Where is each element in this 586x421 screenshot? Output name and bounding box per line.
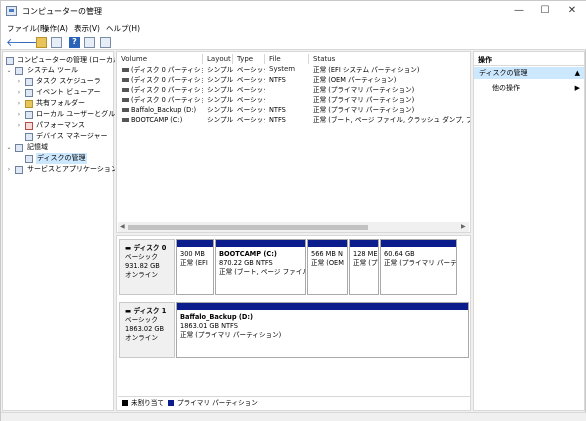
window-title: コンピューターの管理 xyxy=(22,7,102,16)
column-header-volume[interactable]: Volume xyxy=(117,54,203,64)
center-pane: Volume Layout Type File System Status (デ… xyxy=(115,51,471,411)
primary-partition-swatch xyxy=(168,400,174,406)
partition-oem[interactable]: 566 MB N 正常 (OEM xyxy=(307,239,348,295)
navigation-tree: コンピューターの管理 (ローカル) ⌄ システム ツール › タスク スケジュー… xyxy=(2,51,129,411)
column-header-type[interactable]: Type xyxy=(233,54,265,64)
back-arrow-icon[interactable]: 🡐 xyxy=(6,37,36,48)
disk-0-header[interactable]: ▬ ディスク 0 ベーシック 931.82 GB オンライン xyxy=(119,239,175,295)
disk-1-type: ベーシック xyxy=(125,316,158,324)
maximize-button[interactable]: ☐ xyxy=(532,1,558,21)
expand-chevron-icon[interactable]: ⌄ xyxy=(5,142,13,153)
menu-help[interactable]: ヘルプ(H) xyxy=(106,23,140,34)
expand-chevron-icon[interactable]: › xyxy=(15,109,23,120)
computer-management-window: コンピューターの管理 — ☐ ✕ ファイル(F) 操作(A) 表示(V) ヘルプ… xyxy=(0,0,586,421)
horizontal-scrollbar[interactable]: ◀ ▶ xyxy=(118,222,469,232)
disk-management-icon xyxy=(25,155,33,163)
disk-1-name: ディスク 1 xyxy=(133,307,167,315)
scroll-left-icon[interactable]: ◀ xyxy=(120,222,125,232)
actions-disk-management[interactable]: ディスクの管理 ▲ xyxy=(474,67,584,79)
disk-icon: ▬ xyxy=(125,307,134,315)
toolbar: 🡐 🡒 ? xyxy=(1,35,586,50)
drive-icon xyxy=(122,88,129,92)
tools-icon xyxy=(15,67,23,75)
expand-chevron-icon[interactable]: › xyxy=(5,164,13,175)
close-button[interactable]: ✕ xyxy=(559,1,585,21)
drive-icon xyxy=(122,78,129,82)
menu-action[interactable]: 操作(A) xyxy=(42,23,68,34)
disk-1-size: 1863.02 GB xyxy=(125,325,164,333)
primary-partition-bar xyxy=(308,240,347,247)
forward-arrow-icon[interactable]: 🡒 xyxy=(18,37,48,48)
scrollbar-thumb[interactable] xyxy=(128,225,368,230)
scroll-right-icon[interactable]: ▶ xyxy=(461,222,466,232)
computer-management-icon xyxy=(6,6,17,16)
actions-header: 操作 xyxy=(474,52,584,66)
expand-chevron-icon[interactable]: ⌄ xyxy=(5,65,13,76)
partition-baffalo-backup[interactable]: Baffalo_Backup (D:) 1863.01 GB NTFS 正常 (… xyxy=(176,302,469,358)
actions-pane: 操作 ディスクの管理 ▲ 他の操作 ▶ xyxy=(473,51,585,411)
disk-0-type: ベーシック xyxy=(125,253,158,261)
disk-1-state: オンライン xyxy=(125,334,158,342)
event-viewer-icon xyxy=(25,89,33,97)
legend-primary-partition: プライマリ パーティション xyxy=(177,399,258,407)
unallocated-swatch xyxy=(122,400,128,406)
table-row[interactable]: (ディスク 0 パーティション 5) シンプル ベーシック 正常 (プライマリ … xyxy=(117,85,470,95)
primary-partition-bar xyxy=(381,240,456,247)
clock-icon xyxy=(25,78,33,86)
actions-more-actions[interactable]: 他の操作 ▶ xyxy=(474,82,584,94)
primary-partition-bar xyxy=(177,240,213,247)
storage-icon xyxy=(15,144,23,152)
volume-list: Volume Layout Type File System Status (デ… xyxy=(116,51,471,233)
title-bar: コンピューターの管理 — ☐ ✕ xyxy=(1,1,586,21)
disk-0-state: オンライン xyxy=(125,271,158,279)
table-row[interactable]: BOOTCAMP (C:) シンプル ベーシック NTFS 正常 (ブート, ペ… xyxy=(117,115,470,125)
computer-icon xyxy=(6,57,14,65)
table-row[interactable]: (ディスク 0 パーティション 4) シンプル ベーシック NTFS 正常 (O… xyxy=(117,75,470,85)
drive-icon xyxy=(122,98,129,102)
primary-partition-bar xyxy=(216,240,305,247)
partition-128mb[interactable]: 128 ME 正常 (プ xyxy=(349,239,379,295)
table-row[interactable]: (ディスク 0 パーティション 6) シンプル ベーシック 正常 (プライマリ … xyxy=(117,95,470,105)
up-folder-icon[interactable] xyxy=(36,37,47,48)
show-hide-tree-icon[interactable] xyxy=(51,37,62,48)
disk-graphical-view: ▬ ディスク 0 ベーシック 931.82 GB オンライン 300 MB 正常… xyxy=(116,235,471,411)
partition-60gb[interactable]: 60.64 GB 正常 (プライマリ パーティション) xyxy=(380,239,457,295)
folder-icon xyxy=(25,100,33,108)
services-icon xyxy=(15,166,23,174)
table-row[interactable]: (ディスク 0 パーティション 1) シンプル ベーシック 正常 (EFI シス… xyxy=(117,65,470,75)
disk-1-header[interactable]: ▬ ディスク 1 ベーシック 1863.02 GB オンライン xyxy=(119,302,175,358)
menu-bar: ファイル(F) 操作(A) 表示(V) ヘルプ(H) xyxy=(1,21,586,35)
partition-efi[interactable]: 300 MB 正常 (EFI xyxy=(176,239,214,295)
primary-partition-bar xyxy=(177,303,468,310)
column-header-status[interactable]: Status xyxy=(309,54,470,64)
table-row[interactable]: Baffalo_Backup (D:) シンプル ベーシック NTFS 正常 (… xyxy=(117,105,470,115)
expand-chevron-icon[interactable]: › xyxy=(15,98,23,109)
legend: 未割り当て プライマリ パーティション xyxy=(118,396,470,408)
disk-icon: ▬ xyxy=(125,244,134,252)
collapse-arrow-icon[interactable]: ▲ xyxy=(575,67,580,79)
help-icon[interactable]: ? xyxy=(69,37,80,48)
submenu-arrow-icon: ▶ xyxy=(574,84,580,92)
column-header-layout[interactable]: Layout xyxy=(203,54,233,64)
properties-icon[interactable] xyxy=(84,37,95,48)
expand-chevron-icon[interactable]: › xyxy=(15,76,23,87)
performance-icon xyxy=(25,122,33,130)
disk-0-size: 931.82 GB xyxy=(125,262,160,270)
expand-chevron-icon[interactable]: › xyxy=(15,87,23,98)
users-icon xyxy=(25,111,33,119)
disk-0-name: ディスク 0 xyxy=(133,244,167,252)
partition-bootcamp[interactable]: BOOTCAMP (C:) 870.22 GB NTFS 正常 (ブート, ペー… xyxy=(215,239,306,295)
drive-icon xyxy=(122,108,129,112)
minimize-button[interactable]: — xyxy=(506,1,532,21)
device-manager-icon xyxy=(25,133,33,141)
drive-icon xyxy=(122,68,129,72)
menu-view[interactable]: 表示(V) xyxy=(74,23,100,34)
expand-chevron-icon[interactable]: › xyxy=(15,120,23,131)
status-bar xyxy=(1,412,586,421)
column-header-file-system[interactable]: File System xyxy=(265,54,309,73)
action-pane-icon[interactable] xyxy=(100,37,111,48)
legend-unallocated: 未割り当て xyxy=(131,399,164,407)
drive-icon xyxy=(122,118,129,122)
primary-partition-bar xyxy=(350,240,378,247)
